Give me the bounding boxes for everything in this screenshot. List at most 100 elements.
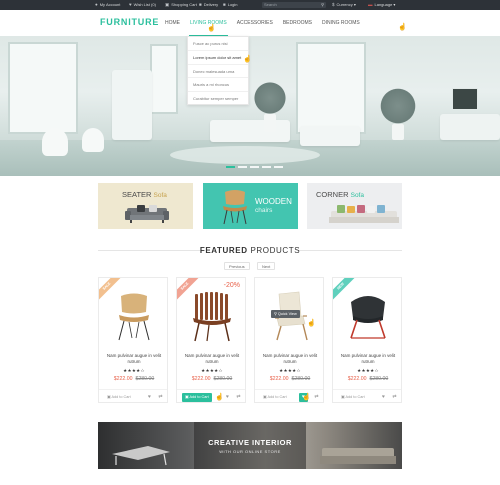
hero-chair-image: [42, 128, 68, 156]
hero-window-image: [8, 42, 78, 134]
section-title-rest: PRODUCTS: [250, 246, 301, 255]
product-card[interactable]: SALE Nam pulvinar augue in velit rutrum …: [98, 277, 168, 403]
login-link[interactable]: ■ Login: [223, 1, 238, 9]
hero-plant-image: [378, 86, 418, 126]
shopping-cart-link[interactable]: ▣ Shopping Cart: [165, 1, 197, 9]
dropdown-item[interactable]: Curabitur semper semper: [188, 90, 248, 104]
language-select[interactable]: ▬ Language ▾: [368, 1, 395, 9]
price-new: $222.00: [269, 376, 289, 382]
add-to-cart-button[interactable]: ▣ Add to Cart: [104, 393, 134, 402]
chair-image: [223, 190, 247, 225]
currency-label: Currency: [336, 2, 353, 7]
wishlist-heart-icon[interactable]: ♥: [145, 393, 154, 402]
dropdown-item[interactable]: Donec malesuada urna: [188, 63, 248, 77]
price-old: $280.00: [135, 376, 155, 382]
product-price: $222.00 $280.00: [255, 376, 323, 382]
hand-cursor-icon: ☝: [307, 320, 316, 327]
dropdown-item[interactable]: Lorem ipsum dolor sit amet: [188, 50, 248, 63]
shell-chair-image[interactable]: [343, 288, 393, 343]
login-label: Login: [227, 2, 238, 7]
category-title-main: WOODEN: [255, 197, 292, 206]
compare-icon[interactable]: ⇄: [390, 393, 399, 402]
nav-living-rooms[interactable]: LIVING ROOMS: [185, 10, 232, 36]
hero-sofa-image: [300, 126, 360, 146]
price-new: $222.00: [113, 376, 133, 382]
add-to-cart-button[interactable]: ▣ Add to Cart: [338, 393, 368, 402]
slider-dot[interactable]: [238, 166, 247, 168]
search-placeholder: Search: [264, 2, 277, 7]
category-wooden-chairs[interactable]: WOODEN chairs: [203, 183, 298, 229]
add-to-cart-button[interactable]: ▣ Add to Cart: [260, 393, 290, 402]
product-actions: ▣ Add to Cart ♥ ⇄: [177, 389, 245, 402]
flag-icon: ▬: [368, 2, 373, 7]
nav-bedrooms[interactable]: BEDROOMS: [278, 10, 317, 36]
add-to-cart-button[interactable]: ▣ Add to Cart: [182, 393, 212, 402]
currency-select[interactable]: $ Currency ▾: [332, 1, 356, 9]
next-button[interactable]: Next: [257, 262, 276, 270]
main-nav: HOME LIVING ROOMS ACCESSORIES BEDROOMS D…: [160, 10, 365, 36]
hero-pot-image: [392, 124, 404, 140]
wooden-chair-image[interactable]: [109, 288, 159, 343]
living-rooms-dropdown: Fusce ac purus nisi Lorem ipsum dolor si…: [187, 36, 249, 105]
slider-dot[interactable]: [274, 166, 283, 168]
slider-dot[interactable]: [250, 166, 259, 168]
hand-cursor-icon: ☝: [302, 394, 311, 401]
product-name[interactable]: Nam pulvinar augue in velit rutrum: [103, 353, 165, 365]
product-name[interactable]: Nam pulvinar augue in velit rutrum: [259, 353, 321, 365]
category-subtitle: chairs: [255, 207, 273, 214]
slider-dot[interactable]: [226, 166, 235, 168]
hero-plant-image: [252, 80, 288, 116]
add-to-cart-label: Add to Cart: [267, 395, 287, 399]
section-title-bold: FEATURED: [199, 246, 248, 255]
slider-dot[interactable]: [262, 166, 271, 168]
nav-dining-rooms[interactable]: DINING ROOMS: [317, 10, 365, 36]
banner-subtitle: WITH OUR ONLINE STORE: [219, 449, 281, 454]
site-logo[interactable]: FURNITURE: [100, 17, 159, 27]
category-seater-sofa[interactable]: SEATER Sofa: [98, 183, 193, 229]
product-price: $222.00 $280.00: [177, 376, 245, 382]
delivery-link[interactable]: ■ Delivery: [199, 1, 218, 9]
nav-home[interactable]: HOME: [160, 10, 185, 36]
hand-cursor-icon: ☝: [215, 394, 224, 401]
previous-button[interactable]: Previous: [224, 262, 250, 270]
search-input[interactable]: Search ⚲: [262, 2, 326, 8]
product-card[interactable]: ⚲ Quick View ☝ Nam pulvinar augue in vel…: [254, 277, 324, 403]
product-card[interactable]: SALE -20% Nam pulvinar augue in velit ru…: [176, 277, 246, 403]
quick-view-label: Quick View: [277, 312, 297, 316]
banner-title: CREATIVE INTERIOR: [208, 438, 292, 447]
nav-accessories[interactable]: ACCESSORIES: [232, 10, 278, 36]
wishlist-heart-icon[interactable]: ♥: [223, 393, 232, 402]
compare-icon[interactable]: ⇄: [312, 393, 321, 402]
dropdown-item[interactable]: Mauris a mi rhoncus: [188, 77, 248, 90]
slatted-chair-image[interactable]: [187, 288, 237, 343]
wish-list-link[interactable]: ♥ Wish List (0): [129, 1, 156, 9]
creative-interior-banner[interactable]: CREATIVE INTERIOR WITH OUR ONLINE STORE: [98, 422, 402, 469]
dropdown-item[interactable]: Fusce ac purus nisi: [188, 37, 248, 50]
sofa-image: [320, 448, 396, 464]
category-subtitle: Sofa: [350, 192, 364, 199]
cart-icon: ▣: [165, 2, 170, 7]
wishlist-heart-icon[interactable]: ♥: [379, 393, 388, 402]
price-new: $222.00: [347, 376, 367, 382]
language-label: Language: [374, 2, 393, 7]
truck-icon: ■: [199, 2, 202, 7]
corner-sofa-image: [329, 205, 399, 223]
hero-window-image: [296, 42, 366, 134]
product-name[interactable]: Nam pulvinar augue in velit rutrum: [181, 353, 243, 365]
hand-cursor-icon: ☝: [207, 25, 216, 32]
search-icon[interactable]: ⚲: [321, 2, 324, 8]
chevron-down-icon: ▾: [353, 2, 356, 7]
compare-icon[interactable]: ⇄: [234, 393, 243, 402]
quick-view-button[interactable]: ⚲ Quick View: [271, 310, 300, 318]
category-corner-sofa[interactable]: CORNER Sofa: [307, 183, 402, 229]
my-account-link[interactable]: ● My Account: [95, 1, 120, 9]
price-old: $280.00: [291, 376, 311, 382]
compare-icon[interactable]: ⇄: [156, 393, 165, 402]
dollar-icon: $: [332, 2, 335, 7]
product-card[interactable]: NEW Nam pulvinar augue in velit rutrum ★…: [332, 277, 402, 403]
product-name[interactable]: Nam pulvinar augue in velit rutrum: [337, 353, 399, 365]
hero-chair-image: [82, 128, 104, 152]
category-subtitle: Sofa: [153, 192, 167, 199]
heart-icon: ♥: [129, 2, 132, 7]
rating-stars: ★★★★☆: [357, 368, 379, 373]
